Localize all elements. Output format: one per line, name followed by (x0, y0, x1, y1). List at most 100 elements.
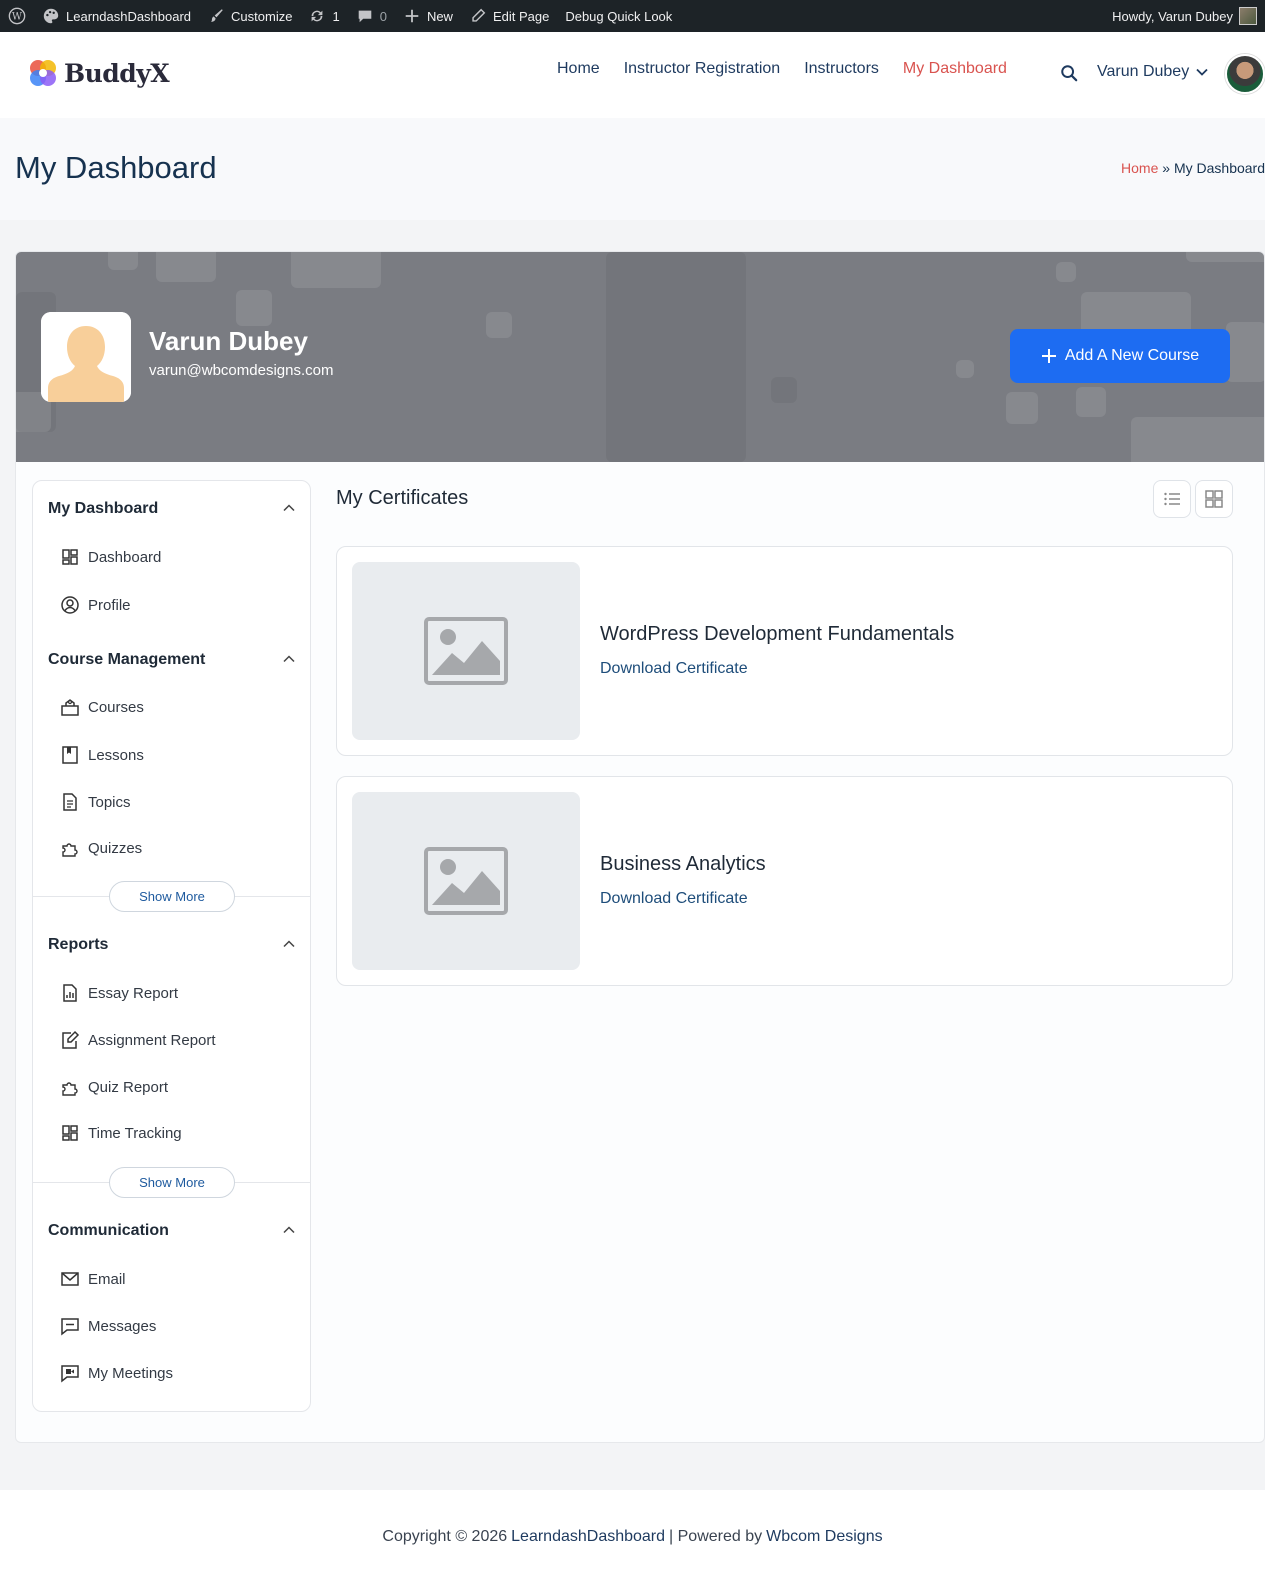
chevron-down-icon (1195, 65, 1209, 79)
sidebar-item-email[interactable]: Email (60, 1269, 126, 1289)
admin-bar-debug[interactable]: Debug Quick Look (557, 0, 680, 32)
nav-instructor-registration[interactable]: Instructor Registration (624, 60, 781, 78)
courses-icon (60, 697, 80, 717)
avatar[interactable] (1225, 54, 1265, 94)
list-view-button[interactable] (1153, 480, 1191, 518)
sidebar-item-quiz-report[interactable]: Quiz Report (60, 1077, 168, 1097)
buddyx-logo-icon (30, 60, 56, 86)
main-nav: Home Instructor Registration Instructors… (557, 60, 1007, 78)
sidebar-item-label: Courses (88, 698, 144, 716)
sidebar-item-label: Profile (88, 596, 131, 614)
user-circle-icon (60, 595, 80, 615)
section-my-dashboard-title[interactable]: My Dashboard (48, 500, 158, 518)
breadcrumb-current: My Dashboard (1173, 160, 1265, 176)
sidebar-item-label: Dashboard (88, 548, 162, 566)
certificate-thumbnail (352, 792, 580, 970)
section-communication-title[interactable]: Communication (48, 1222, 169, 1240)
nav-my-dashboard[interactable]: My Dashboard (903, 60, 1007, 78)
profile-banner: Varun Dubey varun@wbcomdesigns.com Add A… (16, 252, 1264, 462)
show-more-button[interactable]: Show More (109, 1167, 235, 1198)
site-logo[interactable]: BuddyX (26, 56, 170, 90)
admin-bar-edit-page[interactable]: Edit Page (461, 0, 557, 32)
image-placeholder-icon (424, 617, 508, 685)
svg-text:W: W (12, 12, 23, 23)
content-title: My Certificates (336, 487, 469, 509)
image-placeholder-icon (424, 847, 508, 915)
chevron-up-icon[interactable] (282, 937, 296, 951)
edit-page-label: Edit Page (492, 8, 550, 24)
sidebar-item-courses[interactable]: Courses (60, 697, 144, 717)
sidebar-item-dashboard[interactable]: Dashboard (60, 547, 161, 567)
certificate-card: WordPress Development Fundamentals Downl… (336, 546, 1233, 756)
admin-bar: W LearndashDashboard Customize 1 0 New E… (0, 0, 1265, 32)
footer-site-link[interactable]: LearndashDashboard (511, 1528, 665, 1546)
howdy-label: Howdy, Varun Dubey (1112, 8, 1233, 24)
footer-company-link[interactable]: Wbcom Designs (766, 1528, 882, 1546)
site-header: BuddyX Home Instructor Registration Inst… (0, 32, 1265, 118)
show-more-button[interactable]: Show More (109, 881, 235, 912)
breadcrumb: Home » My Dashboard (1121, 160, 1265, 176)
profile-name: Varun Dubey (149, 326, 308, 356)
comment-icon (356, 7, 374, 25)
sidebar-item-essay-report[interactable]: Essay Report (60, 983, 178, 1003)
palette-icon (42, 7, 60, 25)
comments-count: 0 (379, 8, 387, 24)
chevron-up-icon[interactable] (282, 501, 296, 515)
certificate-thumbnail (352, 562, 580, 740)
chevron-up-icon[interactable] (282, 652, 296, 666)
add-course-label: Add A New Course (1064, 347, 1200, 364)
profile-email: varun@wbcomdesigns.com (149, 362, 334, 379)
search-icon[interactable] (1060, 64, 1078, 82)
plus-icon (403, 7, 421, 25)
sidebar-item-label: Email (88, 1270, 126, 1288)
download-certificate-link[interactable]: Download Certificate (600, 660, 748, 678)
admin-bar-comments[interactable]: 0 (348, 0, 395, 32)
breadcrumb-separator: » (1162, 160, 1171, 176)
page-title-band: My Dashboard Home » My Dashboard (0, 118, 1265, 220)
nav-instructors[interactable]: Instructors (804, 60, 879, 78)
section-reports-title[interactable]: Reports (48, 936, 108, 954)
sidebar-item-topics[interactable]: Topics (60, 792, 131, 812)
sidebar-item-profile[interactable]: Profile (60, 595, 131, 615)
sidebar-item-label: Time Tracking (88, 1124, 182, 1142)
report-chart-icon (60, 983, 80, 1003)
certificate-title: Business Analytics (600, 853, 766, 875)
debug-label: Debug Quick Look (565, 8, 673, 24)
sidebar-item-messages[interactable]: Messages (60, 1316, 156, 1336)
dashboard-grid-icon (60, 547, 80, 567)
updates-count: 1 (332, 8, 340, 24)
breadcrumb-home[interactable]: Home (1121, 160, 1158, 176)
edit-document-icon (60, 1030, 80, 1050)
admin-bar-account[interactable]: Howdy, Varun Dubey (1104, 0, 1265, 32)
sidebar-item-time-tracking[interactable]: Time Tracking (60, 1123, 182, 1143)
sidebar-item-label: Assignment Report (88, 1031, 216, 1049)
profile-avatar[interactable] (41, 312, 131, 402)
download-certificate-link[interactable]: Download Certificate (600, 890, 748, 908)
puzzle-icon (60, 838, 80, 858)
message-icon (60, 1316, 80, 1336)
wordpress-logo-icon[interactable]: W (0, 0, 34, 32)
add-new-course-button[interactable]: Add A New Course (1010, 329, 1230, 383)
sidebar-item-label: Topics (88, 793, 131, 811)
customize-label: Customize (231, 8, 293, 24)
section-course-management-title[interactable]: Course Management (48, 651, 205, 669)
admin-bar-customize[interactable]: Customize (199, 0, 300, 32)
admin-avatar (1239, 7, 1257, 25)
nav-home[interactable]: Home (557, 60, 600, 78)
default-avatar-icon (41, 312, 131, 402)
grid-view-button[interactable] (1195, 480, 1233, 518)
footer-powered-by: | Powered by (669, 1528, 763, 1545)
admin-bar-updates[interactable]: 1 (300, 0, 347, 32)
sidebar-item-quizzes[interactable]: Quizzes (60, 838, 142, 858)
chevron-up-icon[interactable] (282, 1223, 296, 1237)
refresh-icon (308, 7, 326, 25)
admin-bar-site-name[interactable]: LearndashDashboard (34, 0, 199, 32)
admin-bar-new[interactable]: New (395, 0, 461, 32)
sidebar-item-assignment-report[interactable]: Assignment Report (60, 1030, 216, 1050)
pencil-icon (469, 7, 487, 25)
sidebar-item-label: My Meetings (88, 1364, 174, 1382)
sidebar-item-lessons[interactable]: Lessons (60, 745, 144, 765)
sidebar-item-my-meetings[interactable]: My Meetings (60, 1363, 173, 1383)
user-menu[interactable]: Varun Dubey (1097, 63, 1209, 81)
sidebar-item-label: Quizzes (88, 839, 143, 857)
